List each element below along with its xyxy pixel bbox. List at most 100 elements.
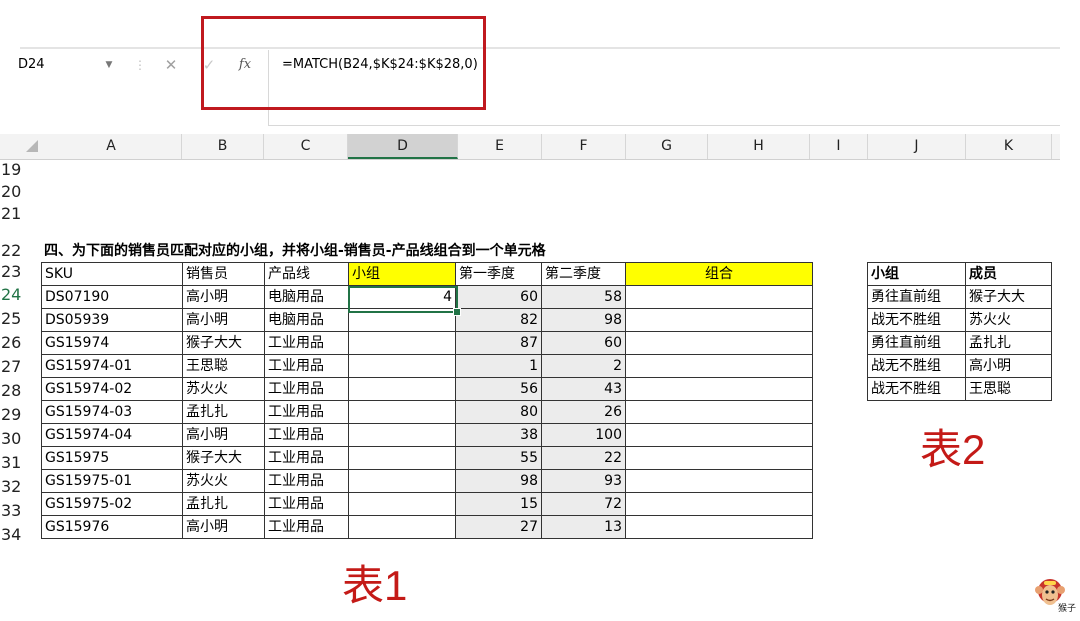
table-cell[interactable]	[625, 400, 813, 424]
table-cell[interactable]	[348, 515, 456, 539]
column-header-d[interactable]: D	[348, 134, 458, 159]
header-cell[interactable]: SKU	[41, 262, 183, 286]
select-all-corner[interactable]	[26, 140, 38, 152]
table-cell[interactable]: GS15974-04	[41, 423, 183, 447]
header-cell[interactable]: 小组	[867, 262, 966, 286]
row-header-31[interactable]: 31	[0, 453, 41, 473]
header-cell[interactable]: 产品线	[264, 262, 349, 286]
table-cell[interactable]	[625, 423, 813, 447]
row-header-29[interactable]: 29	[0, 405, 41, 425]
table-cell[interactable]: 27	[455, 515, 542, 539]
table-cell[interactable]: 工业用品	[264, 469, 349, 493]
row-header-34[interactable]: 34	[0, 525, 41, 545]
row-header-33[interactable]: 33	[0, 501, 41, 521]
row-header-22[interactable]: 22	[0, 241, 41, 261]
table-cell[interactable]: 猴子大大	[182, 446, 265, 470]
table-cell[interactable]: 2	[541, 354, 626, 378]
table-cell[interactable]: 高小明	[182, 515, 265, 539]
table-cell[interactable]	[348, 331, 456, 355]
table-cell[interactable]	[625, 469, 813, 493]
table-cell[interactable]	[625, 492, 813, 516]
table-cell[interactable]: 战无不胜组	[867, 354, 966, 378]
row-header-21[interactable]: 21	[0, 204, 41, 224]
table-cell[interactable]: 13	[541, 515, 626, 539]
table-cell[interactable]: 15	[455, 492, 542, 516]
column-header-i[interactable]: I	[810, 134, 868, 159]
table-cell[interactable]	[348, 377, 456, 401]
header-cell[interactable]: 销售员	[182, 262, 265, 286]
table-cell[interactable]	[348, 469, 456, 493]
table-cell[interactable]: 工业用品	[264, 423, 349, 447]
row-header-25[interactable]: 25	[0, 309, 41, 329]
table-cell[interactable]: 工业用品	[264, 492, 349, 516]
row-header-23[interactable]: 23	[0, 262, 41, 282]
row-header-27[interactable]: 27	[0, 357, 41, 377]
column-header-e[interactable]: E	[458, 134, 542, 159]
table-cell[interactable]: GS15974-02	[41, 377, 183, 401]
name-box-dropdown-icon[interactable]: ▼	[102, 52, 116, 78]
table-cell[interactable]: 苏火火	[965, 308, 1052, 332]
table-cell[interactable]: 战无不胜组	[867, 308, 966, 332]
table-cell[interactable]: 98	[455, 469, 542, 493]
table-cell[interactable]: GS15975-02	[41, 492, 183, 516]
table-cell[interactable]: GS15974-03	[41, 400, 183, 424]
fill-handle[interactable]	[453, 308, 461, 316]
table-cell[interactable]: GS15975-01	[41, 469, 183, 493]
column-header-k[interactable]: K	[966, 134, 1052, 159]
row-header-32[interactable]: 32	[0, 477, 41, 497]
table-cell[interactable]: GS15975	[41, 446, 183, 470]
table-cell[interactable]: 26	[541, 400, 626, 424]
table-cell[interactable]	[625, 331, 813, 355]
table-cell[interactable]	[348, 423, 456, 447]
header-cell[interactable]: 小组	[348, 262, 456, 286]
header-cell[interactable]: 组合	[625, 262, 813, 286]
row-header-19[interactable]: 19	[0, 160, 41, 180]
table-cell[interactable]: 电脑用品	[264, 285, 349, 309]
table-cell[interactable]	[625, 354, 813, 378]
header-cell[interactable]: 成员	[965, 262, 1052, 286]
header-cell[interactable]: 第二季度	[541, 262, 626, 286]
table-cell[interactable]: 高小明	[182, 285, 265, 309]
table-cell[interactable]	[625, 308, 813, 332]
table-cell[interactable]: 王思聪	[965, 377, 1052, 401]
table-cell[interactable]: GS15976	[41, 515, 183, 539]
table-cell[interactable]: 22	[541, 446, 626, 470]
table-cell[interactable]	[348, 400, 456, 424]
active-cell-border[interactable]	[348, 286, 458, 313]
row-header-26[interactable]: 26	[0, 333, 41, 353]
table-cell[interactable]: 98	[541, 308, 626, 332]
table-cell[interactable]: 工业用品	[264, 354, 349, 378]
column-header-g[interactable]: G	[626, 134, 708, 159]
table-cell[interactable]: 1	[455, 354, 542, 378]
table-cell[interactable]: 勇往直前组	[867, 285, 966, 309]
table-cell[interactable]: 孟扎扎	[182, 400, 265, 424]
table-cell[interactable]: 55	[455, 446, 542, 470]
table-cell[interactable]: DS07190	[41, 285, 183, 309]
table-cell[interactable]: 王思聪	[182, 354, 265, 378]
table-cell[interactable]: 工业用品	[264, 446, 349, 470]
column-header-b[interactable]: B	[182, 134, 264, 159]
table-cell[interactable]: 苏火火	[182, 469, 265, 493]
table-cell[interactable]: GS15974-01	[41, 354, 183, 378]
table-cell[interactable]: 100	[541, 423, 626, 447]
table-cell[interactable]: 苏火火	[182, 377, 265, 401]
table-cell[interactable]: 93	[541, 469, 626, 493]
table-cell[interactable]: 电脑用品	[264, 308, 349, 332]
table-cell[interactable]: DS05939	[41, 308, 183, 332]
table-cell[interactable]: 工业用品	[264, 331, 349, 355]
table-cell[interactable]: 58	[541, 285, 626, 309]
table-cell[interactable]: 87	[455, 331, 542, 355]
column-header-h[interactable]: H	[708, 134, 810, 159]
table-cell[interactable]	[348, 446, 456, 470]
table-cell[interactable]: 猴子大大	[182, 331, 265, 355]
table-cell[interactable]: 高小明	[182, 423, 265, 447]
row-header-28[interactable]: 28	[0, 381, 41, 401]
table-cell[interactable]	[625, 285, 813, 309]
table-cell[interactable]	[348, 492, 456, 516]
table-cell[interactable]: 80	[455, 400, 542, 424]
table-cell[interactable]: 工业用品	[264, 400, 349, 424]
row-header-20[interactable]: 20	[0, 182, 41, 202]
table-cell[interactable]: 82	[455, 308, 542, 332]
row-header-24[interactable]: 24	[0, 285, 41, 305]
column-header-c[interactable]: C	[264, 134, 348, 159]
